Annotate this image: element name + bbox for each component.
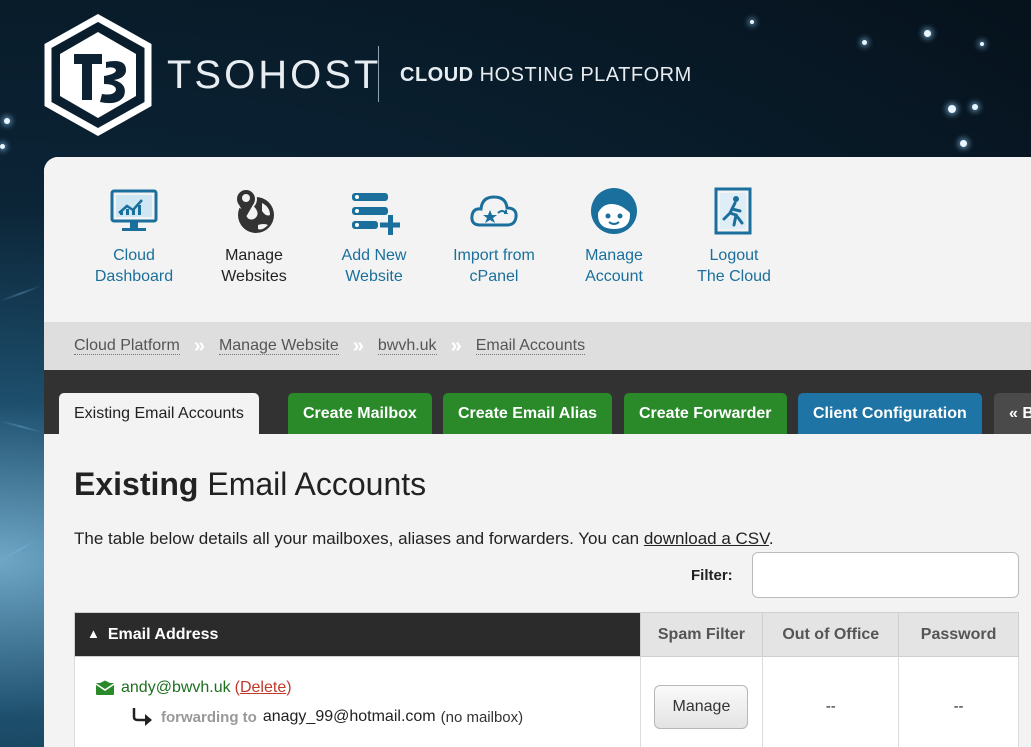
page-title-rest: Email Accounts (198, 466, 427, 502)
column-header-spam-filter: Spam Filter (639, 612, 764, 657)
list-add-icon (352, 193, 400, 235)
background-light-dot (924, 30, 931, 37)
nav-label-line2: Website (345, 268, 403, 285)
background-light-streak (0, 285, 42, 302)
background-light-dot (980, 42, 984, 46)
nav-logout[interactable]: Logout The Cloud (674, 185, 794, 287)
breadcrumb-cloud-platform[interactable]: Cloud Platform (74, 337, 180, 355)
tab-client-configuration[interactable]: Client Configuration (798, 393, 982, 434)
tab-back[interactable]: « B (994, 393, 1031, 434)
nav-label-line1: Logout (709, 247, 759, 264)
tab-create-forwarder[interactable]: Create Forwarder (624, 393, 787, 434)
tagline-bold: CLOUD (400, 64, 474, 86)
column-header-out-of-office: Out of Office (762, 612, 900, 657)
tsohost-logo-icon (44, 14, 152, 136)
brand-name: TSOHOST (167, 53, 382, 97)
globe-pin-icon (235, 188, 274, 233)
content-area: Existing Email Accounts The table below … (74, 434, 1031, 747)
tab-create-email-alias[interactable]: Create Email Alias (443, 393, 613, 434)
forward-arrow-icon (132, 708, 152, 726)
main-panel: Cloud Dashboard Manage Websites Add New Web… (44, 157, 1031, 747)
page-title: Existing Email Accounts (74, 466, 1031, 503)
nav-label-line2: Dashboard (94, 268, 174, 285)
manage-spam-filter-button[interactable]: Manage (654, 684, 749, 729)
background-light-streak (0, 538, 39, 562)
breadcrumb: Cloud Platform » Manage Website » bwvh.u… (44, 322, 1031, 370)
nav-label-line1: Import from (453, 247, 535, 264)
nav-manage-websites[interactable]: Manage Websites (194, 185, 314, 287)
intro-end: . (768, 529, 774, 548)
tab-existing-email-accounts[interactable]: Existing Email Accounts (59, 393, 259, 434)
nav-label-line2: The Cloud (697, 268, 771, 285)
filter-label: Filter: (691, 567, 733, 584)
password-cell: -- (898, 656, 1019, 747)
forwarding-label: forwarding to (161, 708, 257, 726)
tagline-rest: HOSTING PLATFORM (473, 64, 692, 86)
nav-manage-account[interactable]: Manage Account (554, 185, 674, 287)
breadcrumb-separator: » (352, 335, 364, 357)
intro-body: The table below details all your mailbox… (74, 529, 644, 548)
column-header-email-address[interactable]: ▲ Email Address (74, 612, 641, 657)
breadcrumb-manage-website[interactable]: Manage Website (218, 337, 339, 355)
background-light-dot (960, 140, 967, 147)
table-row: andy@bwvh.uk (Delete) forwarding to anag… (74, 656, 1019, 747)
column-header-label: Email Address (107, 625, 219, 643)
nav-label-line2: Account (585, 268, 643, 285)
background-light-dot (972, 104, 978, 110)
email-accounts-table: ▲ Email Address Spam Filter Out of Office… (74, 612, 1019, 747)
nav-label-line1: Manage (225, 247, 283, 264)
forwarding-note: (no mailbox) (440, 708, 524, 726)
breadcrumb-email-accounts[interactable]: Email Accounts (475, 337, 586, 355)
sort-up-icon: ▲ (87, 625, 100, 641)
nav-import-from-cpanel[interactable]: Import from cPanel (434, 185, 554, 287)
brand-divider (378, 46, 379, 102)
nav-cloud-dashboard[interactable]: Cloud Dashboard (74, 185, 194, 287)
breadcrumb-separator: » (193, 335, 205, 357)
page-title-bold: Existing (74, 466, 199, 502)
background-light-dot (0, 144, 5, 149)
email-line: andy@bwvh.uk (Delete) (95, 679, 640, 697)
tab-bar: Existing Email Accounts Create Mailbox C… (44, 370, 1031, 434)
background-light-dot (4, 118, 10, 124)
background-light-dot (948, 105, 956, 113)
nav-label-line2: cPanel (469, 268, 519, 285)
exit-door-icon (714, 187, 752, 235)
background-light-streak (0, 420, 43, 434)
filter-input[interactable] (752, 552, 1019, 598)
forwarding-line: forwarding to anagy_99@hotmail.com (no m… (131, 707, 640, 727)
filter-row: Filter: (691, 552, 1021, 598)
forwarding-target: anagy_99@hotmail.com (262, 708, 436, 725)
table-header-row: ▲ Email Address Spam Filter Out of Office… (74, 612, 1019, 657)
nav-label-line1: Manage (585, 247, 643, 264)
intro-text: The table below details all your mailbox… (74, 529, 1031, 549)
cloud-import-icon (470, 195, 518, 227)
email-cell: andy@bwvh.uk (Delete) forwarding to anag… (74, 656, 641, 747)
spam-filter-cell: Manage (639, 656, 764, 747)
breadcrumb-domain[interactable]: bwvh.uk (377, 337, 437, 355)
dashboard-monitor-icon (110, 189, 158, 231)
nav-label-line1: Add New (341, 247, 407, 264)
nav-label-line1: Cloud (113, 247, 155, 264)
nav-add-new-website[interactable]: Add New Website (314, 185, 434, 287)
out-of-office-cell: -- (762, 656, 900, 747)
nav-label-line2: Websites (221, 268, 287, 285)
user-face-icon (591, 188, 637, 234)
delete-close-paren: ) (286, 679, 292, 696)
background-light-dot (862, 40, 867, 45)
top-navigation: Cloud Dashboard Manage Websites Add New Web… (44, 157, 1031, 322)
delete-link[interactable]: Delete (240, 679, 286, 696)
column-header-password: Password (898, 612, 1019, 657)
download-csv-link[interactable]: download a CSV (644, 529, 769, 548)
breadcrumb-separator: » (450, 335, 462, 357)
tab-create-mailbox[interactable]: Create Mailbox (288, 393, 432, 434)
mailbox-envelope-icon (95, 680, 115, 695)
background-light-dot (750, 20, 754, 24)
delete-wrapper: (Delete) (235, 679, 292, 697)
tagline: CLOUD HOSTING PLATFORM (400, 64, 692, 87)
email-address: andy@bwvh.uk (121, 679, 231, 696)
